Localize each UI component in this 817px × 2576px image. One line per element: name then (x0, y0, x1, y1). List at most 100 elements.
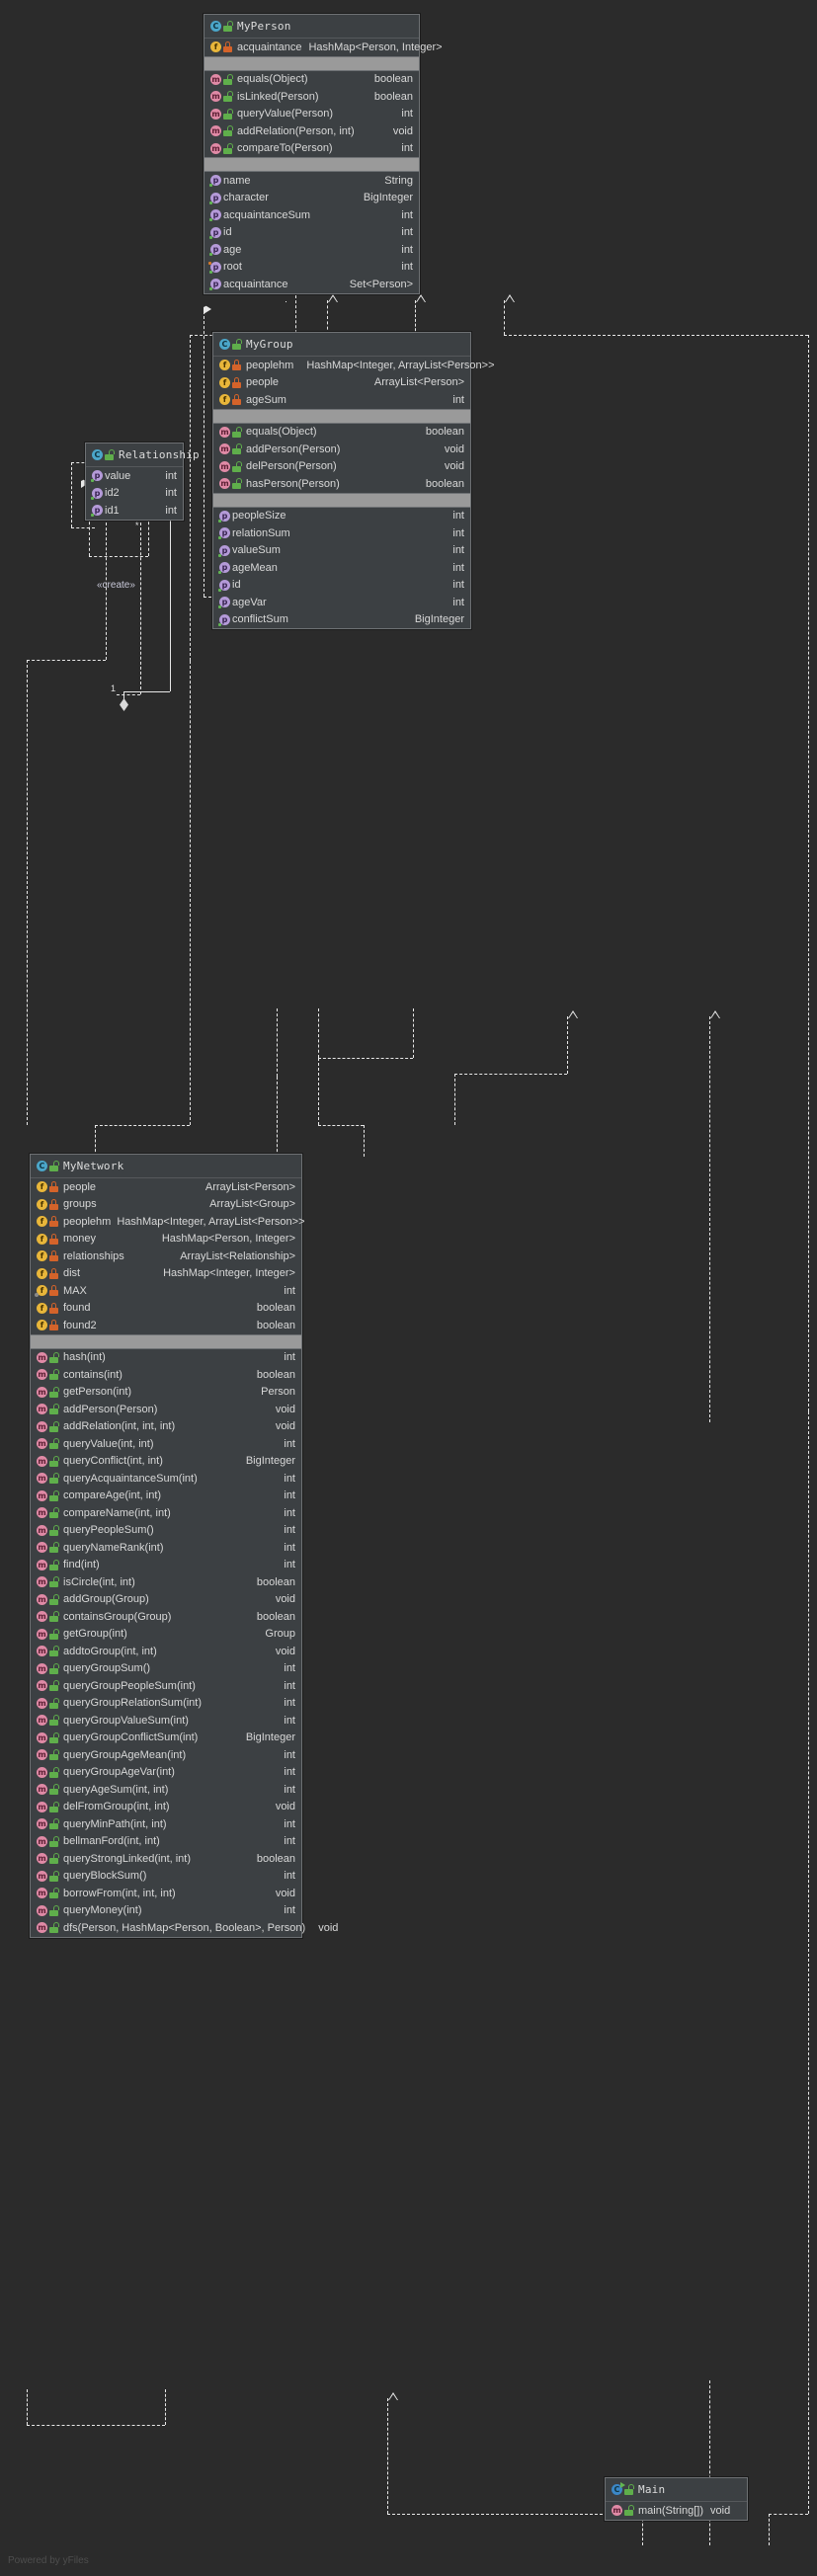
method-row[interactable]: m queryGroupAgeVar(int) int (31, 1764, 301, 1782)
class-box-myperson[interactable]: C MyPerson f acquaintance HashMap<Person… (204, 14, 443, 294)
member-name: MAX (63, 1284, 87, 1297)
member-type: int (284, 1697, 295, 1710)
field-row[interactable]: f money HashMap<Person, Integer> (31, 1231, 301, 1248)
method-row[interactable]: m queryNameRank(int) int (31, 1539, 301, 1557)
member-type: int (452, 596, 464, 608)
method-row[interactable]: m getPerson(int) Person (31, 1384, 301, 1402)
method-row[interactable]: m equals(Object) boolean (213, 424, 470, 442)
method-row[interactable]: m hasPerson(Person) boolean (213, 475, 470, 493)
field-row[interactable]: f people ArrayList<Person> (213, 374, 470, 392)
field-row[interactable]: f ageSum int (213, 391, 470, 409)
field-row[interactable]: f relationships ArrayList<Relationship> (31, 1248, 301, 1265)
field-row[interactable]: f found2 boolean (31, 1317, 301, 1334)
property-row[interactable]: p acquaintance Set<Person> (204, 276, 419, 293)
method-row[interactable]: m main(String[]) void (606, 2502, 747, 2520)
method-row[interactable]: m addPerson(Person) void (213, 441, 470, 458)
field-row[interactable]: f MAX int (31, 1282, 301, 1300)
class-box-relationship[interactable]: C Relationship p value int p id2 int p i… (85, 443, 200, 521)
method-row[interactable]: m equals(Object) boolean (204, 71, 419, 89)
visibility-public-icon (49, 1904, 59, 1916)
method-row[interactable]: m hash(int) int (31, 1349, 301, 1367)
property-row[interactable]: p character BigInteger (204, 190, 419, 207)
method-row[interactable]: m queryMoney(int) int (31, 1902, 301, 1920)
method-row[interactable]: m compareAge(int, int) int (31, 1488, 301, 1505)
method-row[interactable]: m containsGroup(Group) boolean (31, 1608, 301, 1626)
member-name: peoplehm (246, 359, 294, 371)
field-row[interactable]: f acquaintance HashMap<Person, Integer> (204, 39, 443, 56)
property-row[interactable]: p id int (204, 224, 419, 242)
method-row[interactable]: m queryGroupValueSum(int) int (31, 1712, 301, 1730)
member-name: queryMoney(int) (63, 1904, 142, 1917)
property-row[interactable]: p relationSum int (213, 524, 470, 542)
property-icon: p (208, 261, 221, 274)
method-row[interactable]: m delFromGroup(int, int) void (31, 1799, 301, 1816)
visibility-public-icon (223, 21, 233, 32)
method-row[interactable]: m delPerson(Person) void (213, 458, 470, 476)
method-row[interactable]: m dfs(Person, HashMap<Person, Boolean>, P… (31, 1919, 338, 1937)
property-row[interactable]: p root int (204, 259, 419, 277)
method-row[interactable]: m queryMinPath(int, int) int (31, 1815, 301, 1833)
field-row[interactable]: f found boolean (31, 1300, 301, 1318)
method-row[interactable]: m queryValue(int, int) int (31, 1435, 301, 1453)
method-row[interactable]: m queryConflict(int, int) BigInteger (31, 1453, 301, 1471)
visibility-public-icon (49, 1731, 59, 1743)
edge-segment (504, 335, 808, 336)
method-row[interactable]: m queryGroupAgeMean(int) int (31, 1746, 301, 1764)
edge-segment (415, 300, 416, 336)
property-row[interactable]: p conflictSum BigInteger (213, 611, 470, 629)
method-row[interactable]: m addGroup(Group) void (31, 1591, 301, 1609)
method-row[interactable]: m compareTo(Person) int (204, 140, 419, 158)
method-row[interactable]: m addPerson(Person) void (31, 1401, 301, 1418)
field-row[interactable]: f dist HashMap<Integer, Integer> (31, 1265, 301, 1283)
method-icon: m (37, 1888, 47, 1899)
member-name: id2 (105, 487, 120, 500)
method-row[interactable]: m queryPeopleSum() int (31, 1522, 301, 1540)
class-box-mygroup[interactable]: C MyGroup f peoplehm HashMap<Integer, Ar… (212, 332, 495, 629)
method-icon: m (37, 1576, 47, 1588)
field-row[interactable]: f peoplehm HashMap<Integer, ArrayList<Pe… (213, 357, 495, 374)
property-row[interactable]: p name String (204, 172, 419, 190)
method-row[interactable]: m queryGroupRelationSum(int) int (31, 1695, 301, 1713)
property-row[interactable]: p ageMean int (213, 559, 470, 577)
method-row[interactable]: m queryGroupPeopleSum(int) int (31, 1677, 301, 1695)
field-row[interactable]: f people ArrayList<Person> (31, 1178, 301, 1196)
member-type: int (284, 1783, 295, 1796)
field-icon: f (37, 1302, 47, 1314)
property-row[interactable]: p valueSum int (213, 542, 470, 560)
field-row[interactable]: f groups ArrayList<Group> (31, 1196, 301, 1214)
method-row[interactable]: m isCircle(int, int) boolean (31, 1573, 301, 1591)
method-row[interactable]: m getGroup(int) Group (31, 1626, 301, 1644)
property-row[interactable]: p ageVar int (213, 594, 470, 611)
method-row[interactable]: m borrowFrom(int, int, int) void (31, 1885, 301, 1902)
class-box-mynetwork[interactable]: C MyNetwork f people ArrayList<Person> f gro… (30, 1154, 338, 1938)
property-row[interactable]: p acquaintanceSum int (204, 206, 419, 224)
method-row[interactable]: m isLinked(Person) boolean (204, 88, 419, 106)
member-name: dfs(Person, HashMap<Person, Boolean>, Pe… (63, 1921, 306, 1934)
method-row[interactable]: m queryStrongLinked(int, int) boolean (31, 1850, 301, 1868)
method-row[interactable]: m queryBlockSum() int (31, 1868, 301, 1886)
property-row[interactable]: p id1 int (86, 502, 183, 520)
method-row[interactable]: m addRelation(Person, int) void (204, 122, 419, 140)
method-row[interactable]: m queryAcquaintanceSum(int) int (31, 1470, 301, 1488)
property-row[interactable]: p value int (86, 467, 183, 485)
method-row[interactable]: m queryAgeSum(int, int) int (31, 1781, 301, 1799)
method-row[interactable]: m queryGroupConflictSum(int) BigInteger (31, 1730, 301, 1747)
method-row[interactable]: m find(int) int (31, 1557, 301, 1574)
class-box-main[interactable]: C Main m main(String[]) void (605, 2477, 748, 2521)
property-row[interactable]: p age int (204, 241, 419, 259)
method-row[interactable]: m queryValue(Person) int (204, 106, 419, 123)
method-row[interactable]: m bellmanFord(int, int) int (31, 1833, 301, 1851)
property-row[interactable]: p peopleSize int (213, 508, 470, 525)
method-row[interactable]: m addRelation(int, int, int) void (31, 1418, 301, 1436)
method-row[interactable]: m contains(int) boolean (31, 1366, 301, 1384)
method-row[interactable]: m queryGroupSum() int (31, 1660, 301, 1678)
member-type: int (401, 243, 413, 256)
method-row[interactable]: m addtoGroup(int, int) void (31, 1643, 301, 1660)
edge-segment (190, 335, 191, 661)
visibility-public-icon (49, 1870, 59, 1882)
field-row[interactable]: f peoplehm HashMap<Integer, ArrayList<Pers… (31, 1213, 305, 1231)
property-row[interactable]: p id int (213, 577, 470, 595)
visibility-private-icon (49, 1198, 58, 1210)
property-row[interactable]: p id2 int (86, 485, 183, 503)
method-row[interactable]: m compareName(int, int) int (31, 1504, 301, 1522)
